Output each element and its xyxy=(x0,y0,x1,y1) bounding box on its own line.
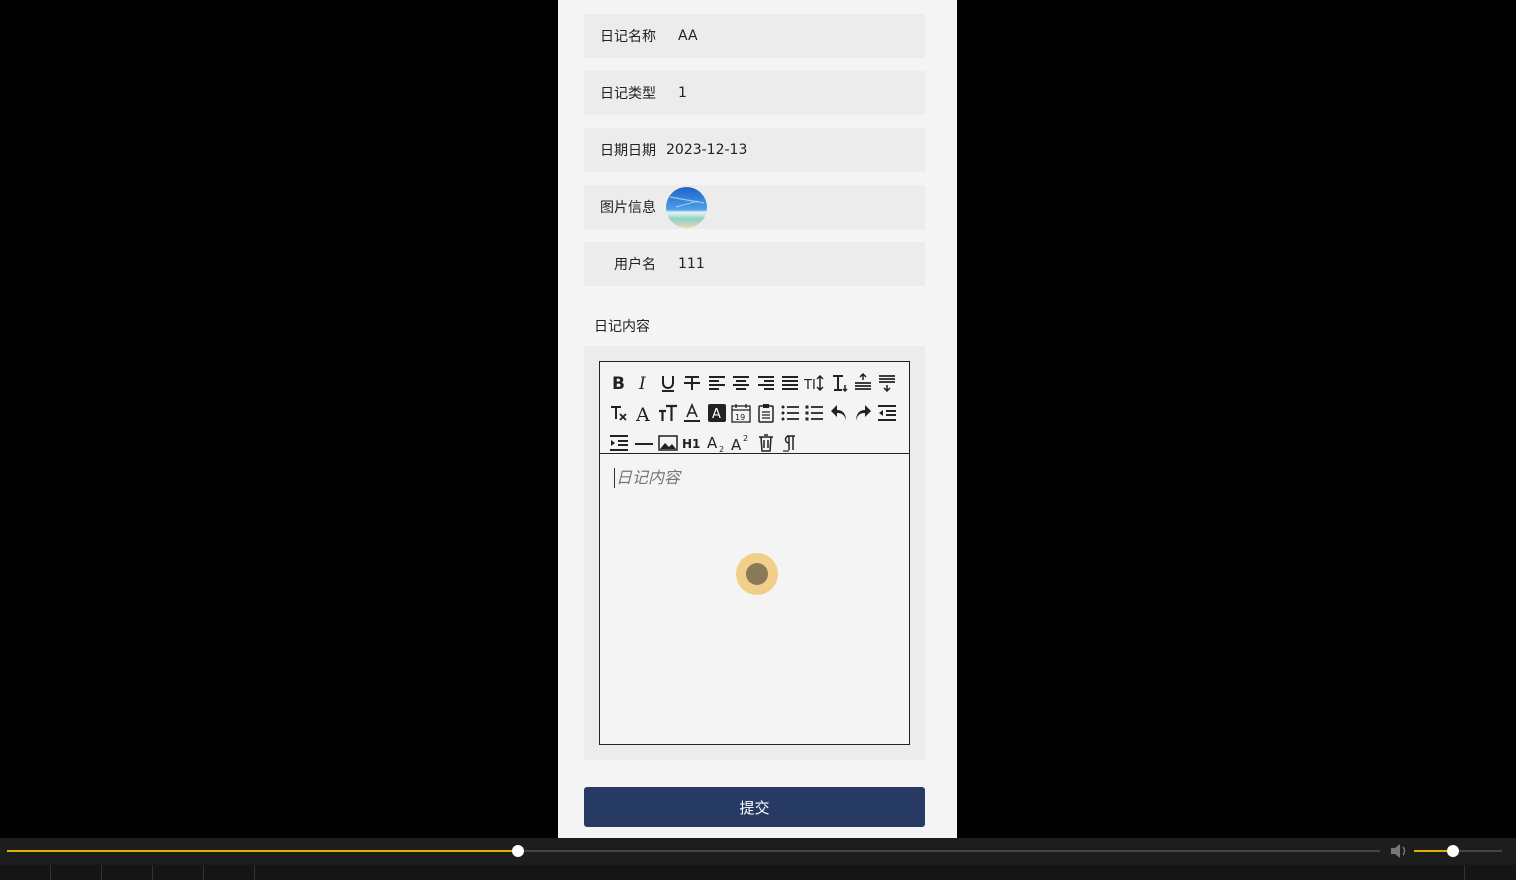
editor-placeholder: 日记内容 xyxy=(614,468,681,488)
svg-text:2: 2 xyxy=(743,434,748,443)
diary-name-value[interactable]: AA xyxy=(678,28,698,44)
date-value[interactable]: 2023-12-13 xyxy=(666,142,747,158)
font-color-icon[interactable] xyxy=(680,398,704,428)
player-bottom-bar xyxy=(0,865,1516,880)
mobile-page: 日记名称 AA 日记类型 1 日期日期 2023-12-13 图片信息 用户名 … xyxy=(558,0,957,838)
player-segment xyxy=(153,865,204,880)
image-thumbnail[interactable] xyxy=(666,186,707,228)
player-segment xyxy=(204,865,255,880)
svg-text:H1: H1 xyxy=(682,437,700,451)
username-label: 用户名 xyxy=(614,257,656,273)
underline-icon[interactable] xyxy=(656,368,680,398)
diary-type-value[interactable]: 1 xyxy=(678,85,687,101)
ordered-list-icon[interactable] xyxy=(778,398,802,428)
paragraph-spacing-top-icon[interactable] xyxy=(851,368,875,398)
editor-content-area[interactable]: 日记内容 xyxy=(600,454,909,743)
image-label: 图片信息 xyxy=(600,200,656,216)
undo-icon[interactable] xyxy=(827,398,851,428)
volume-handle[interactable] xyxy=(1446,845,1459,857)
align-left-icon[interactable] xyxy=(705,368,729,398)
outdent-icon[interactable] xyxy=(875,398,899,428)
rich-text-editor[interactable]: B I TI A A 19 H1 A 2 A 2 日记内容 xyxy=(599,361,910,745)
svg-text:19: 19 xyxy=(735,413,745,422)
touch-indicator xyxy=(736,553,778,595)
player-segment xyxy=(0,865,51,880)
background-color-icon[interactable]: A xyxy=(705,398,729,428)
date-field[interactable]: 日期日期 2023-12-13 xyxy=(584,128,925,172)
diary-name-label: 日记名称 xyxy=(600,29,656,45)
svg-text:A: A xyxy=(635,404,650,423)
progress-handle[interactable] xyxy=(511,845,524,857)
player-segment xyxy=(102,865,153,880)
line-height-icon[interactable] xyxy=(827,368,851,398)
redo-icon[interactable] xyxy=(851,398,875,428)
align-right-icon[interactable] xyxy=(753,368,777,398)
svg-text:A: A xyxy=(707,434,718,452)
player-segment xyxy=(1464,865,1516,880)
unordered-list-icon[interactable] xyxy=(802,398,826,428)
diary-type-label: 日记类型 xyxy=(600,86,656,102)
content-title: 日记内容 xyxy=(594,319,650,335)
date-label: 日期日期 xyxy=(600,143,656,159)
strikethrough-icon[interactable] xyxy=(680,368,704,398)
paste-icon[interactable] xyxy=(753,398,777,428)
font-size-icon[interactable]: TI xyxy=(802,368,826,398)
date-icon[interactable]: 19 xyxy=(729,398,753,428)
text-size-icon[interactable] xyxy=(656,398,680,428)
svg-text:A: A xyxy=(712,407,721,422)
editor-toolbar: B I TI A A 19 H1 A 2 A 2 xyxy=(600,362,909,454)
video-player-controls xyxy=(0,838,1516,880)
italic-icon[interactable]: I xyxy=(631,368,655,398)
image-field[interactable]: 图片信息 xyxy=(584,185,925,229)
submit-button[interactable]: 提交 xyxy=(584,787,925,827)
volume-slider[interactable] xyxy=(1414,845,1502,857)
player-segment xyxy=(51,865,102,880)
svg-text:B: B xyxy=(612,374,625,393)
font-family-icon[interactable]: A xyxy=(631,398,655,428)
editor-container: B I TI A A 19 H1 A 2 A 2 日记内容 xyxy=(584,346,925,760)
username-field[interactable]: 用户名 111 xyxy=(584,242,925,286)
username-value[interactable]: 111 xyxy=(678,256,705,272)
clear-format-icon[interactable] xyxy=(607,398,631,428)
align-center-icon[interactable] xyxy=(729,368,753,398)
volume-icon[interactable] xyxy=(1390,843,1408,859)
diary-type-field[interactable]: 日记类型 1 xyxy=(584,71,925,115)
svg-text:2: 2 xyxy=(719,445,724,453)
svg-text:A: A xyxy=(731,436,742,453)
paragraph-spacing-bottom-icon[interactable] xyxy=(875,368,899,398)
bold-icon[interactable]: B xyxy=(607,368,631,398)
align-justify-icon[interactable] xyxy=(778,368,802,398)
progress-bar[interactable] xyxy=(7,845,1380,857)
svg-text:I: I xyxy=(638,374,646,393)
svg-text:TI: TI xyxy=(804,378,816,393)
diary-name-field[interactable]: 日记名称 AA xyxy=(584,14,925,58)
progress-fill xyxy=(7,850,518,852)
